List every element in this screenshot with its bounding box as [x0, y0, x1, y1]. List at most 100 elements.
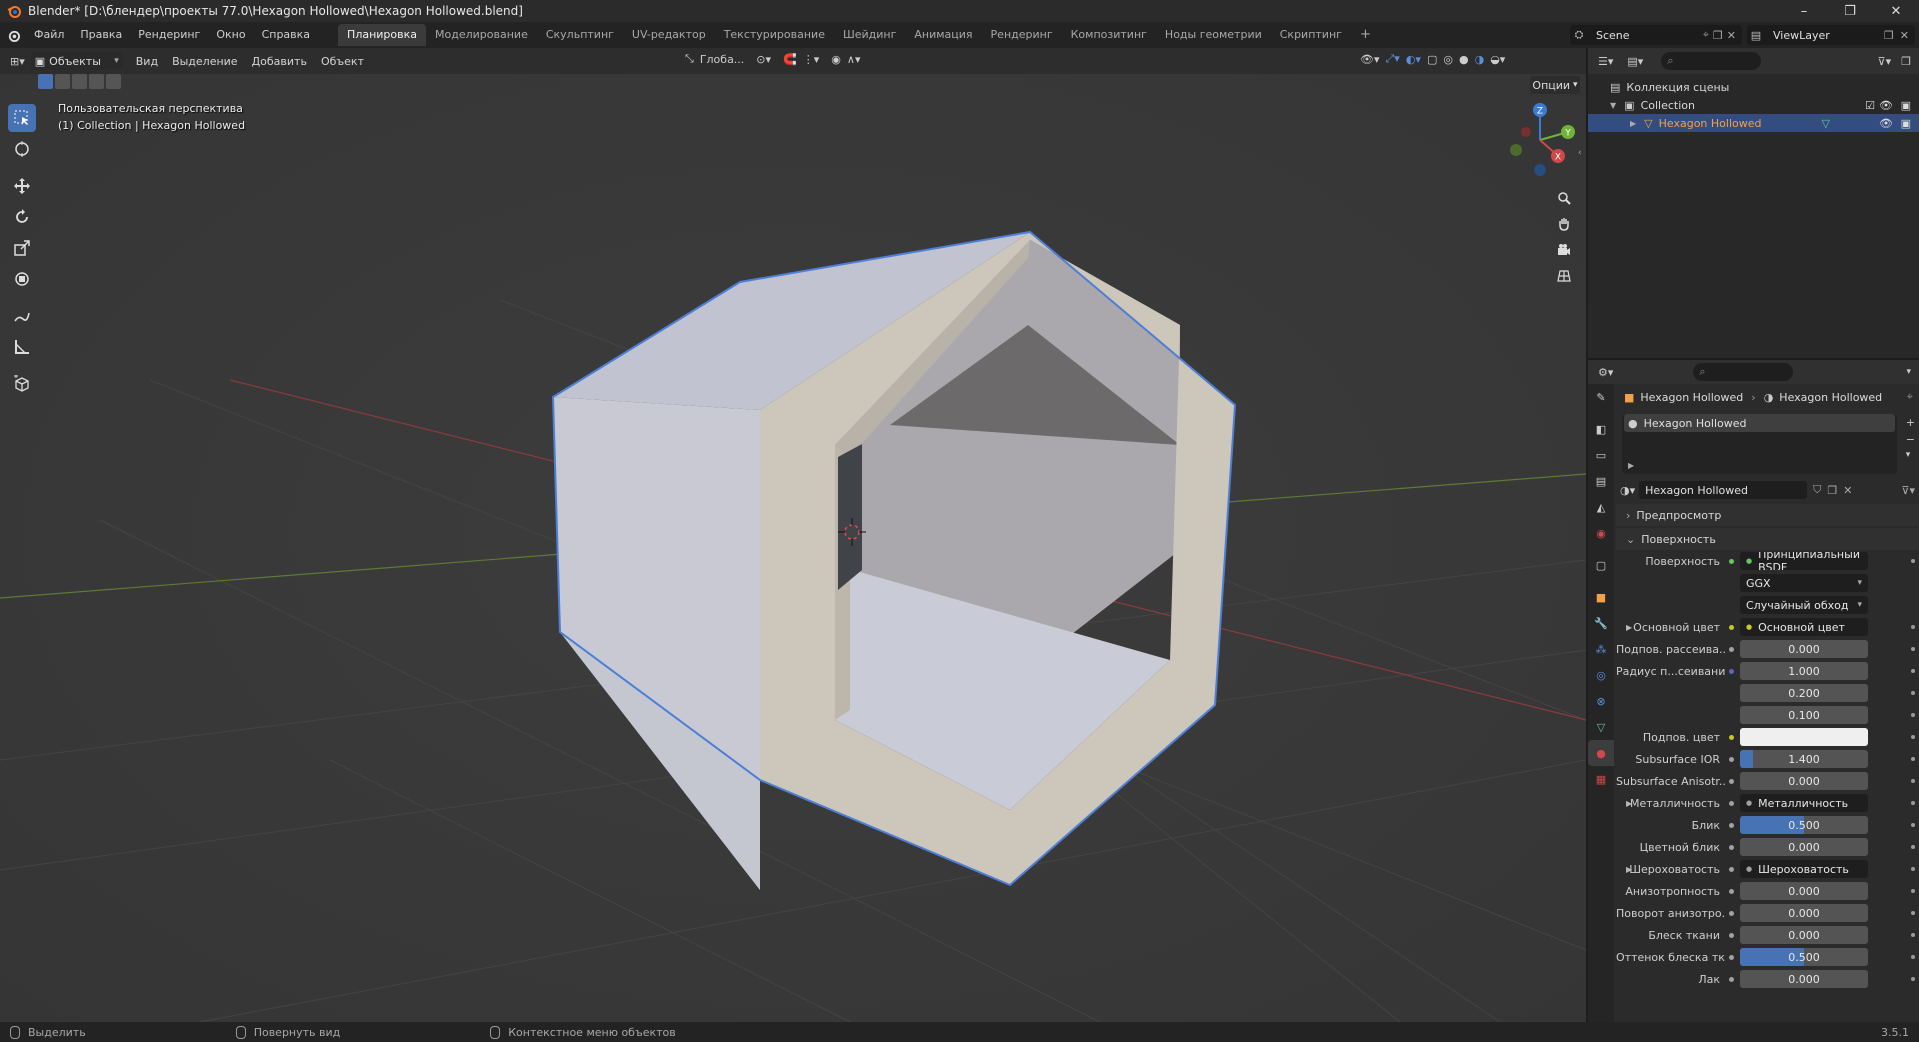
menu-select[interactable]: Выделение [165, 55, 245, 68]
constraints-tab-icon[interactable]: ⊗ [1588, 688, 1614, 714]
expand-icon[interactable]: ▶ [1626, 623, 1632, 632]
sidebar-toggle-icon[interactable]: ‹ [1578, 148, 1582, 158]
transform-tool[interactable] [8, 265, 36, 293]
rotate-tool[interactable] [8, 203, 36, 231]
eye-icon[interactable]: 👁 [1879, 99, 1893, 112]
visibility-icon[interactable]: 👁▾ [1360, 53, 1380, 66]
dropdown-field[interactable]: Случайный обход ▾ [1740, 596, 1868, 614]
menu-help[interactable]: Справка [254, 22, 318, 48]
select-extend-icon[interactable] [55, 74, 70, 89]
add-cube-tool[interactable] [8, 370, 36, 398]
3d-viewport[interactable]: ⊞▾ ▣ Объекты ▾ Вид Выделение Добавить Об… [0, 48, 1586, 1022]
material-slot-list[interactable]: ● Hexagon Hollowed ▶ [1622, 414, 1897, 474]
number-field[interactable]: 0.000 [1740, 640, 1868, 658]
data-tab-icon[interactable]: ▽ [1588, 714, 1614, 740]
link-field[interactable]: ● Металличность [1740, 794, 1868, 812]
world-tab-icon[interactable]: ◉ [1588, 520, 1614, 546]
falloff-icon[interactable]: ∧▾ [847, 53, 861, 66]
socket-icon[interactable] [1726, 820, 1736, 830]
camera-icon[interactable]: ▣ [1901, 117, 1911, 130]
number-field[interactable]: 0.000 [1740, 838, 1868, 856]
perspective-toggle-icon[interactable] [1552, 264, 1576, 288]
scene-tab-icon[interactable]: ◭ [1588, 494, 1614, 520]
surface-panel-header[interactable]: ⌄ Поверхность [1616, 528, 1919, 550]
delete-scene-icon[interactable]: ✕ [1727, 29, 1736, 42]
number-field[interactable]: 0.500 [1740, 948, 1868, 966]
node-link-icon[interactable]: ⊽▾ [1901, 484, 1915, 497]
overlay-toggle-icon[interactable]: ◐▾ [1406, 53, 1421, 66]
keyframe-dot-icon[interactable] [1911, 559, 1915, 563]
preview-panel-header[interactable]: › Предпросмотр [1616, 504, 1919, 526]
new-collection-icon[interactable]: ❐ [1901, 55, 1911, 68]
socket-icon[interactable] [1726, 974, 1736, 984]
menu-window[interactable]: Окно [208, 22, 253, 48]
menu-file[interactable]: Файл [26, 22, 72, 48]
remove-slot-button[interactable]: − [1906, 433, 1915, 446]
chevron-right-icon[interactable]: ▶ [1630, 119, 1636, 128]
number-field[interactable]: 0.000 [1740, 882, 1868, 900]
keyframe-dot-icon[interactable] [1911, 823, 1915, 827]
number-field[interactable]: 0.200 [1740, 684, 1868, 702]
add-slot-button[interactable]: + [1906, 416, 1915, 429]
physics-tab-icon[interactable]: ◎ [1588, 662, 1614, 688]
socket-icon[interactable] [1726, 732, 1736, 742]
number-field[interactable]: 0.000 [1740, 970, 1868, 988]
modifier-tab-icon[interactable]: 🔧 [1588, 610, 1614, 636]
select-invert-icon[interactable] [89, 74, 104, 89]
editor-type-icon[interactable]: ⊞▾ [10, 55, 25, 68]
eye-icon[interactable]: 👁 [1879, 117, 1893, 130]
material-tab-icon[interactable]: ● [1588, 740, 1614, 766]
link-field[interactable]: ● Принципиальный BSDF [1740, 552, 1868, 570]
tab-texture-paint[interactable]: Текстурирование [715, 24, 834, 46]
rendered-shading-icon[interactable]: ◒▾ [1490, 53, 1505, 66]
duplicate-material-icon[interactable]: ❐ [1827, 484, 1837, 497]
select-subtract-icon[interactable] [72, 74, 87, 89]
keyframe-dot-icon[interactable] [1911, 625, 1915, 629]
keyframe-dot-icon[interactable] [1911, 669, 1915, 673]
xray-icon[interactable]: ▢ [1427, 53, 1437, 66]
select-box-tool[interactable] [8, 104, 36, 132]
output-tab-icon[interactable]: ▭ [1588, 442, 1614, 468]
outliner-editor-type-icon[interactable]: ☰▾ [1598, 55, 1613, 68]
camera-view-icon[interactable] [1552, 238, 1576, 262]
tab-rendering[interactable]: Рендеринг [982, 24, 1062, 46]
cursor-tool[interactable] [8, 135, 36, 163]
material-browse-icon[interactable]: ◑▾ [1620, 484, 1635, 497]
zoom-icon[interactable] [1552, 186, 1576, 210]
outliner-scene-collection[interactable]: ▤ Коллекция сцены [1588, 78, 1919, 96]
properties-editor-type-icon[interactable]: ⚙▾ [1598, 366, 1613, 379]
select-new-icon[interactable] [38, 74, 53, 89]
menu-add[interactable]: Добавить [245, 55, 314, 68]
outliner-search-input[interactable]: ⌕ [1661, 52, 1762, 70]
new-scene-icon[interactable]: ❐ [1713, 29, 1723, 42]
link-field[interactable]: ● Шероховатость [1740, 860, 1868, 878]
tab-geometry-nodes[interactable]: Ноды геометрии [1156, 24, 1271, 46]
material-name-field[interactable]: Hexagon Hollowed [1639, 481, 1808, 499]
socket-icon[interactable] [1726, 886, 1736, 896]
tab-scripting[interactable]: Скриптинг [1271, 24, 1351, 46]
keyframe-dot-icon[interactable] [1911, 735, 1915, 739]
pivot-icon[interactable]: ⊙▾ [756, 53, 771, 66]
keyframe-dot-icon[interactable] [1911, 647, 1915, 651]
expand-icon[interactable]: ▶ [1626, 865, 1632, 874]
filter-icon[interactable]: ⊽▾ [1878, 55, 1892, 68]
keyframe-dot-icon[interactable] [1911, 955, 1915, 959]
keyframe-dot-icon[interactable] [1911, 977, 1915, 981]
menu-render[interactable]: Рендеринг [130, 22, 208, 48]
material-slot-item[interactable]: ● Hexagon Hollowed [1624, 414, 1895, 432]
chevron-down-icon[interactable]: ▼ [1610, 101, 1616, 110]
tab-uv-editing[interactable]: UV-редактор [623, 24, 715, 46]
add-workspace-button[interactable]: + [1351, 24, 1380, 46]
socket-icon[interactable] [1726, 930, 1736, 940]
keyframe-dot-icon[interactable] [1911, 845, 1915, 849]
keyframe-dot-icon[interactable] [1911, 889, 1915, 893]
socket-icon[interactable] [1726, 644, 1736, 654]
tab-layout[interactable]: Планировка [338, 24, 427, 46]
minimize-button[interactable]: – [1781, 0, 1827, 22]
socket-icon[interactable] [1726, 754, 1736, 764]
maximize-button[interactable]: ❐ [1827, 0, 1873, 22]
menu-edit[interactable]: Правка [72, 22, 130, 48]
tab-animation[interactable]: Анимация [905, 24, 981, 46]
scale-tool[interactable] [8, 234, 36, 262]
number-field[interactable]: 0.000 [1740, 772, 1868, 790]
